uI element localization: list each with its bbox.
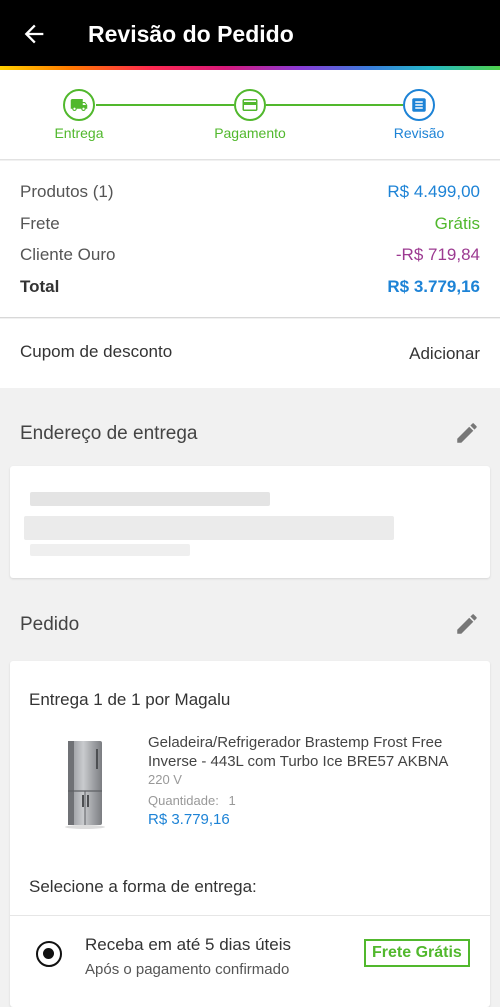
club-discount-row: Cliente Ouro -R$ 719,84 xyxy=(20,245,480,265)
club-value: -R$ 719,84 xyxy=(395,245,480,264)
address-card[interactable] xyxy=(10,466,490,578)
product-price: R$ 3.779,16 xyxy=(148,811,230,828)
address-section-header: Endereço de entrega xyxy=(0,398,500,468)
step-entrega[interactable] xyxy=(63,89,95,121)
product-name[interactable]: Geladeira/Refrigerador Brastemp Frost Fr… xyxy=(148,733,468,771)
pencil-icon[interactable] xyxy=(454,611,480,637)
add-coupon-button[interactable]: Adicionar xyxy=(409,344,480,364)
document-icon xyxy=(412,98,426,112)
total-value: R$ 3.779,16 xyxy=(387,277,480,296)
page-title: Revisão do Pedido xyxy=(88,21,294,47)
products-value: R$ 4.499,00 xyxy=(387,182,480,201)
shipping-value: Grátis xyxy=(434,214,480,233)
truck-icon xyxy=(70,99,88,111)
delivery-method-label: Selecione a forma de entrega: xyxy=(29,877,257,896)
stepper-line xyxy=(96,104,234,106)
refrigerator-image xyxy=(65,741,105,829)
quantity-label: Quantidade: xyxy=(148,793,219,808)
step-label: Revisão xyxy=(393,125,445,141)
stepper-line xyxy=(266,104,403,106)
product-quantity: Quantidade: 1 xyxy=(148,793,236,808)
divider xyxy=(10,915,490,916)
app-bar: Revisão do Pedido xyxy=(0,0,500,66)
delivery-option-subtitle: Após o pagamento confirmado xyxy=(85,961,290,978)
price-summary: Produtos (1) R$ 4.499,00 Frete Grátis Cl… xyxy=(0,161,500,318)
product-voltage: 220 V xyxy=(148,772,182,787)
order-section-title: Pedido xyxy=(20,614,80,635)
step-pagamento[interactable] xyxy=(234,89,266,121)
step-label: Entrega xyxy=(54,125,104,141)
shipping-row: Frete Grátis xyxy=(20,214,480,234)
total-row: Total R$ 3.779,16 xyxy=(20,277,480,297)
total-label: Total xyxy=(20,277,60,296)
quantity-value: 1 xyxy=(228,793,236,808)
delivery-option-radio[interactable] xyxy=(36,941,62,967)
coupon-row: Cupom de desconto Adicionar xyxy=(0,319,500,388)
arrow-left-icon[interactable] xyxy=(20,20,48,48)
order-section-header: Pedido xyxy=(0,589,500,659)
delivery-option-title[interactable]: Receba em até 5 dias úteis xyxy=(85,935,291,955)
pencil-icon[interactable] xyxy=(454,420,480,446)
step-label: Pagamento xyxy=(214,125,286,141)
order-card: Entrega 1 de 1 por Magalu Geladeira/Refr… xyxy=(10,661,490,1007)
shipping-label: Frete xyxy=(20,214,60,233)
club-label: Cliente Ouro xyxy=(20,245,116,264)
products-row: Produtos (1) R$ 4.499,00 xyxy=(20,182,480,202)
redacted-address-line xyxy=(30,492,270,506)
delivery-title: Entrega 1 de 1 por Magalu xyxy=(29,690,231,709)
redacted-address-line xyxy=(30,544,190,556)
products-label: Produtos (1) xyxy=(20,182,114,201)
redacted-address-line xyxy=(24,516,394,540)
free-shipping-badge: Frete Grátis xyxy=(364,939,470,967)
card-icon xyxy=(242,99,258,111)
step-revisao[interactable] xyxy=(403,89,435,121)
coupon-label: Cupom de desconto xyxy=(20,342,173,361)
checkout-stepper: Entrega Pagamento Revisão xyxy=(0,70,500,160)
address-section-title: Endereço de entrega xyxy=(20,423,198,444)
